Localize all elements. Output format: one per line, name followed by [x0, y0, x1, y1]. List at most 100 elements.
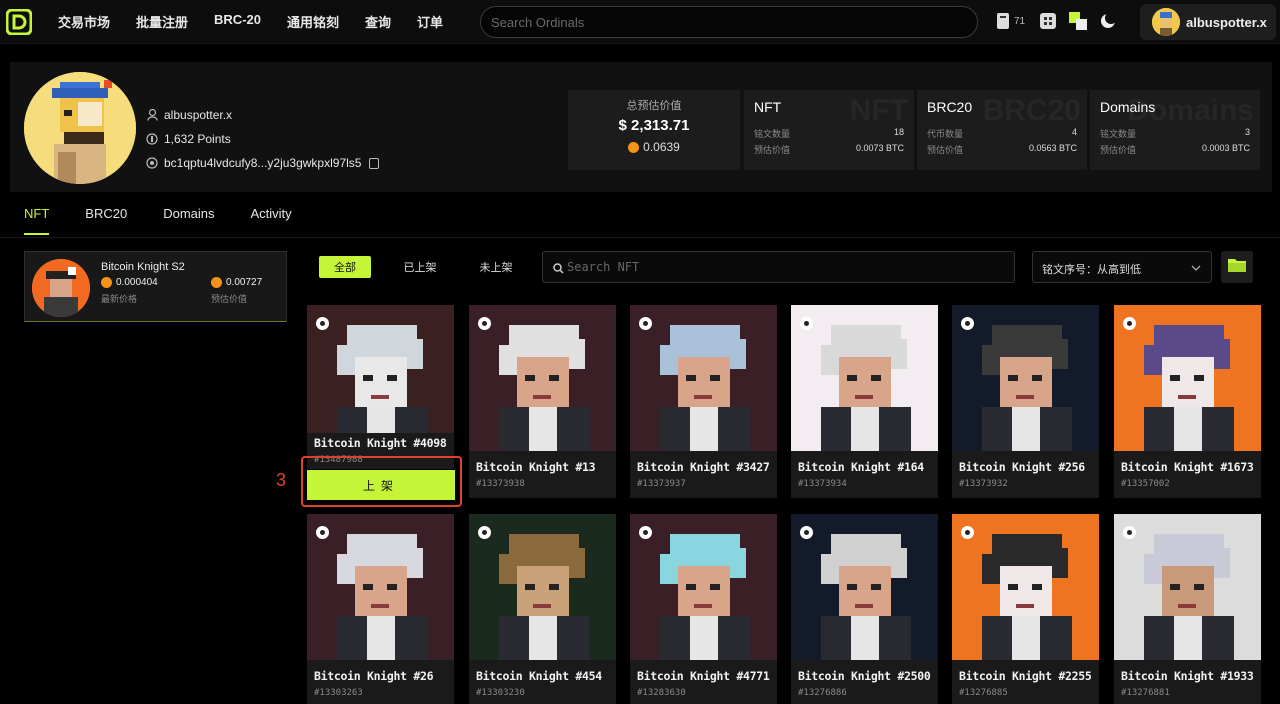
nft-card[interactable]: Bitcoin Knight #2255 #13276885 [952, 514, 1099, 704]
collection-avatar [32, 259, 90, 317]
nav-query[interactable]: 查询 [365, 12, 391, 31]
nft-image [630, 305, 777, 451]
chevron-down-icon [1191, 262, 1201, 274]
nav-orders[interactable]: 订单 [417, 12, 443, 31]
owner-icon [800, 317, 813, 330]
profile-username: albuspotter.x [164, 108, 233, 122]
filter-all-button[interactable]: 全部 [319, 256, 371, 278]
nft-card[interactable]: Bitcoin Knight #4771 #13283630 [630, 514, 777, 704]
nav-market[interactable]: 交易市场 [58, 12, 110, 31]
profile-tabs: NFT BRC20 Domains Activity [24, 206, 328, 235]
search-ordinals-input[interactable] [480, 6, 978, 38]
collection-name: Bitcoin Knight S2 [101, 261, 185, 273]
profile-address: bc1qptu4lvdcufy8...y2ju3gwkpxl97ls5 [164, 156, 362, 170]
stat-value: 4 [1071, 127, 1077, 137]
nft-inscription-number: #13276885 [959, 688, 1008, 698]
nft-search-input[interactable] [567, 252, 1007, 282]
collection-latest-price: 0.000404 [116, 277, 158, 288]
nft-name: Bitcoin Knight #1933 [1121, 669, 1254, 683]
step-annotation: 3 [276, 470, 287, 490]
stat-value: 0.0563 BTC [1028, 143, 1077, 153]
dark-mode-moon-icon[interactable] [1099, 12, 1118, 30]
copy-icon[interactable] [369, 157, 380, 169]
tab-activity[interactable]: Activity [251, 206, 292, 235]
nft-inscription-number: #13283630 [637, 688, 686, 698]
notification-count: 71 [1014, 15, 1026, 27]
sort-select-value: 铭文序号：从高到低 [1042, 264, 1141, 276]
filter-listed-button[interactable]: 已上架 [396, 256, 444, 278]
nft-name: Bitcoin Knight #454 [476, 669, 602, 683]
nft-card[interactable]: Bitcoin Knight #1933 #13276881 [1114, 514, 1261, 704]
nft-card[interactable]: Bitcoin Knight #454 #13303230 [469, 514, 616, 704]
nft-card[interactable]: Bitcoin Knight #2500 #13276886 [791, 514, 938, 704]
total-value-btc: 0.0639 [643, 140, 680, 154]
stat-card-title: BRC20 [927, 99, 973, 115]
nft-image [469, 514, 616, 660]
nft-card[interactable]: Bitcoin Knight #1673 #13357002 [1114, 305, 1261, 498]
language-icon[interactable] [1069, 12, 1088, 30]
sort-select[interactable]: 铭文序号：从高到低 [1032, 251, 1212, 283]
total-value-usd: $ 2,313.71 [618, 117, 690, 134]
stat-card-title: NFT [754, 99, 782, 115]
nft-inscription-number: #13373934 [798, 479, 847, 489]
nft-card[interactable]: Bitcoin Knight #256 #13373932 [952, 305, 1099, 498]
nft-card[interactable]: Bitcoin Knight #3427 #13373937 [630, 305, 777, 498]
search-icon [553, 261, 564, 279]
owner-icon [961, 526, 974, 539]
nft-stat-card[interactable]: NFT NFT 铭文数量 18 预估价值 0.0073 BTC [744, 90, 914, 170]
nav-inscribe[interactable]: 通用铭刻 [287, 12, 339, 31]
btc-coin-icon [101, 277, 112, 288]
nft-inscription-number: #13373937 [637, 479, 686, 489]
filter-unlisted-button[interactable]: 未上架 [472, 256, 520, 278]
tab-brc20[interactable]: BRC20 [85, 206, 127, 235]
nft-card[interactable]: Bitcoin Knight #164 #13373934 [791, 305, 938, 498]
nft-name: Bitcoin Knight #4771 [637, 669, 770, 683]
folder-view-button[interactable] [1221, 251, 1253, 283]
owner-icon [1123, 526, 1136, 539]
nft-image [952, 514, 1099, 660]
stat-label: 预估价值 [927, 145, 964, 155]
stat-label: 铭文数量 [754, 129, 791, 139]
nft-image [1114, 305, 1261, 451]
nav-brc20[interactable]: BRC-20 [214, 12, 261, 31]
site-logo-icon[interactable] [5, 8, 33, 36]
nft-image [952, 305, 1099, 451]
nav-batch-register[interactable]: 批量注册 [136, 12, 188, 31]
profile-points: 1,632 Points [164, 132, 231, 146]
grid-icon[interactable] [1039, 12, 1057, 30]
notification-icon[interactable] [994, 12, 1012, 30]
est-value-label: 预估价值 [211, 294, 248, 304]
nft-inscription-number: #13303230 [476, 688, 525, 698]
nft-name: Bitcoin Knight #13 [476, 460, 596, 474]
stat-card-title: Domains [1100, 99, 1156, 115]
nft-card[interactable]: Bitcoin Knight #26 #13303263 [307, 514, 454, 704]
nft-inscription-number: #13303263 [314, 688, 363, 698]
owner-icon [639, 317, 652, 330]
list-for-sale-button[interactable]: 上架 [307, 470, 455, 500]
wallet-icon [146, 157, 158, 169]
nft-search-box[interactable] [542, 251, 1015, 283]
nft-card[interactable]: Bitcoin Knight #4098 #13487988 [307, 305, 454, 469]
stat-label: 铭文数量 [1100, 129, 1137, 139]
nft-image [791, 305, 938, 451]
nft-name: Bitcoin Knight #164 [798, 460, 924, 474]
owner-icon [639, 526, 652, 539]
stat-label: 代币数量 [927, 129, 964, 139]
brc20-stat-card[interactable]: BRC20 BRC20 代币数量 4 预估价值 0.0563 BTC [917, 90, 1087, 170]
user-menu-button[interactable]: albuspotter.x [1140, 4, 1276, 40]
profile-avatar [24, 72, 136, 184]
nft-inscription-number: #13276881 [1121, 688, 1170, 698]
nft-inscription-number: #13373932 [959, 479, 1008, 489]
tab-nft[interactable]: NFT [24, 206, 50, 235]
nft-card[interactable]: Bitcoin Knight #13 #13373938 [469, 305, 616, 498]
nft-name: Bitcoin Knight #3427 [637, 460, 770, 474]
domains-stat-card[interactable]: Domains Domains 铭文数量 3 预估价值 0.0003 BTC [1090, 90, 1260, 170]
owner-icon [478, 317, 491, 330]
tab-domains[interactable]: Domains [163, 206, 214, 235]
owner-icon [478, 526, 491, 539]
total-value-label: 总预估价值 [626, 100, 682, 112]
folder-icon [1227, 257, 1247, 278]
owner-icon [961, 317, 974, 330]
nft-image [1114, 514, 1261, 660]
collection-card[interactable]: Bitcoin Knight S2 0.000404 最新价格 0.00727 … [24, 251, 287, 322]
